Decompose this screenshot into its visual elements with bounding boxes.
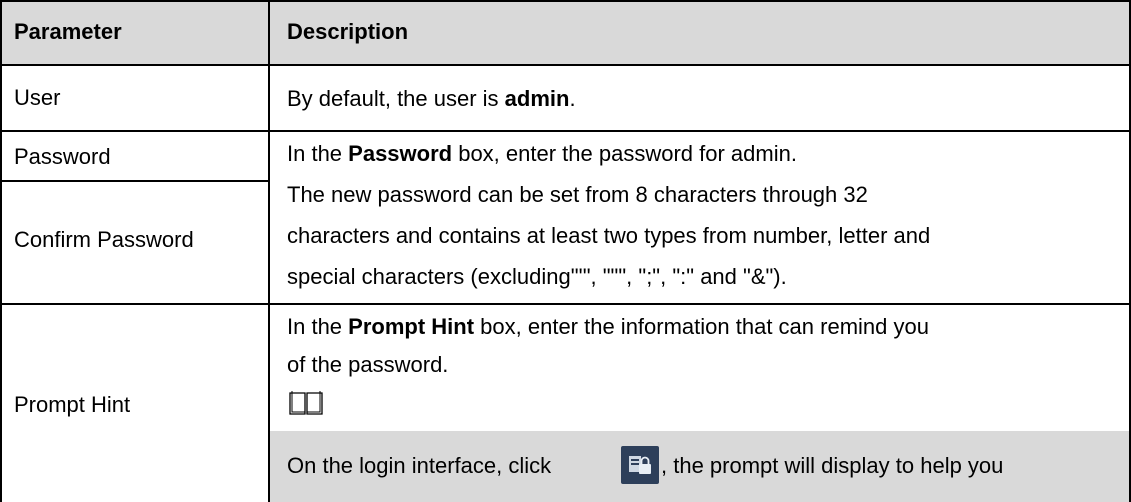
table-rule bbox=[0, 0, 2, 502]
desc-prompt-bold: Prompt Hint bbox=[348, 314, 475, 339]
header-parameter: Parameter bbox=[14, 19, 122, 44]
table-rule bbox=[0, 303, 1131, 305]
desc-prompt-post: box, enter the information that can remi… bbox=[474, 314, 929, 339]
param-confirm-password: Confirm Password bbox=[14, 227, 194, 252]
table-rule bbox=[268, 0, 270, 502]
param-user: User bbox=[14, 85, 61, 110]
desc-password-line2: The new password can be set from 8 chara… bbox=[287, 182, 868, 207]
desc-password-post: box, enter the password for admin. bbox=[452, 141, 797, 166]
desc-password-bold: Password bbox=[348, 141, 453, 166]
desc-user-post: . bbox=[569, 86, 576, 111]
book-icon bbox=[289, 391, 323, 415]
desc-password-pre: In the bbox=[287, 141, 349, 166]
param-password: Password bbox=[14, 144, 111, 169]
desc-user: By default, the user is admin. bbox=[287, 81, 576, 117]
note-pre: On the login interface, click bbox=[287, 453, 552, 478]
param-prompt-hint: Prompt Hint bbox=[14, 392, 131, 417]
table-rule bbox=[0, 130, 1131, 132]
desc-prompt-line2: of the password. bbox=[287, 352, 449, 377]
desc-password-line4: special characters (excluding"'", """, "… bbox=[287, 264, 787, 289]
desc-user-pre: By default, the user is bbox=[287, 86, 505, 111]
desc-prompt-pre: In the bbox=[287, 314, 349, 339]
desc-user-bold: admin bbox=[504, 86, 570, 111]
table-rule bbox=[0, 0, 1131, 2]
header-description: Description bbox=[287, 19, 409, 44]
table-rule bbox=[0, 180, 270, 182]
prompt-hint-glyph bbox=[629, 456, 651, 474]
table-header-row bbox=[2, 2, 1129, 66]
parameter-table: Parameter Description User By default, t… bbox=[0, 0, 1131, 502]
desc-password-line1: In the Password box, enter the password … bbox=[287, 136, 797, 172]
note-post: , the prompt will display to help you bbox=[661, 453, 1004, 478]
table-rule bbox=[0, 64, 1131, 66]
desc-prompt-line1: In the Prompt Hint box, enter the inform… bbox=[287, 309, 929, 345]
desc-password-line3: characters and contains at least two typ… bbox=[287, 223, 931, 248]
prompt-hint-icon bbox=[621, 446, 659, 484]
